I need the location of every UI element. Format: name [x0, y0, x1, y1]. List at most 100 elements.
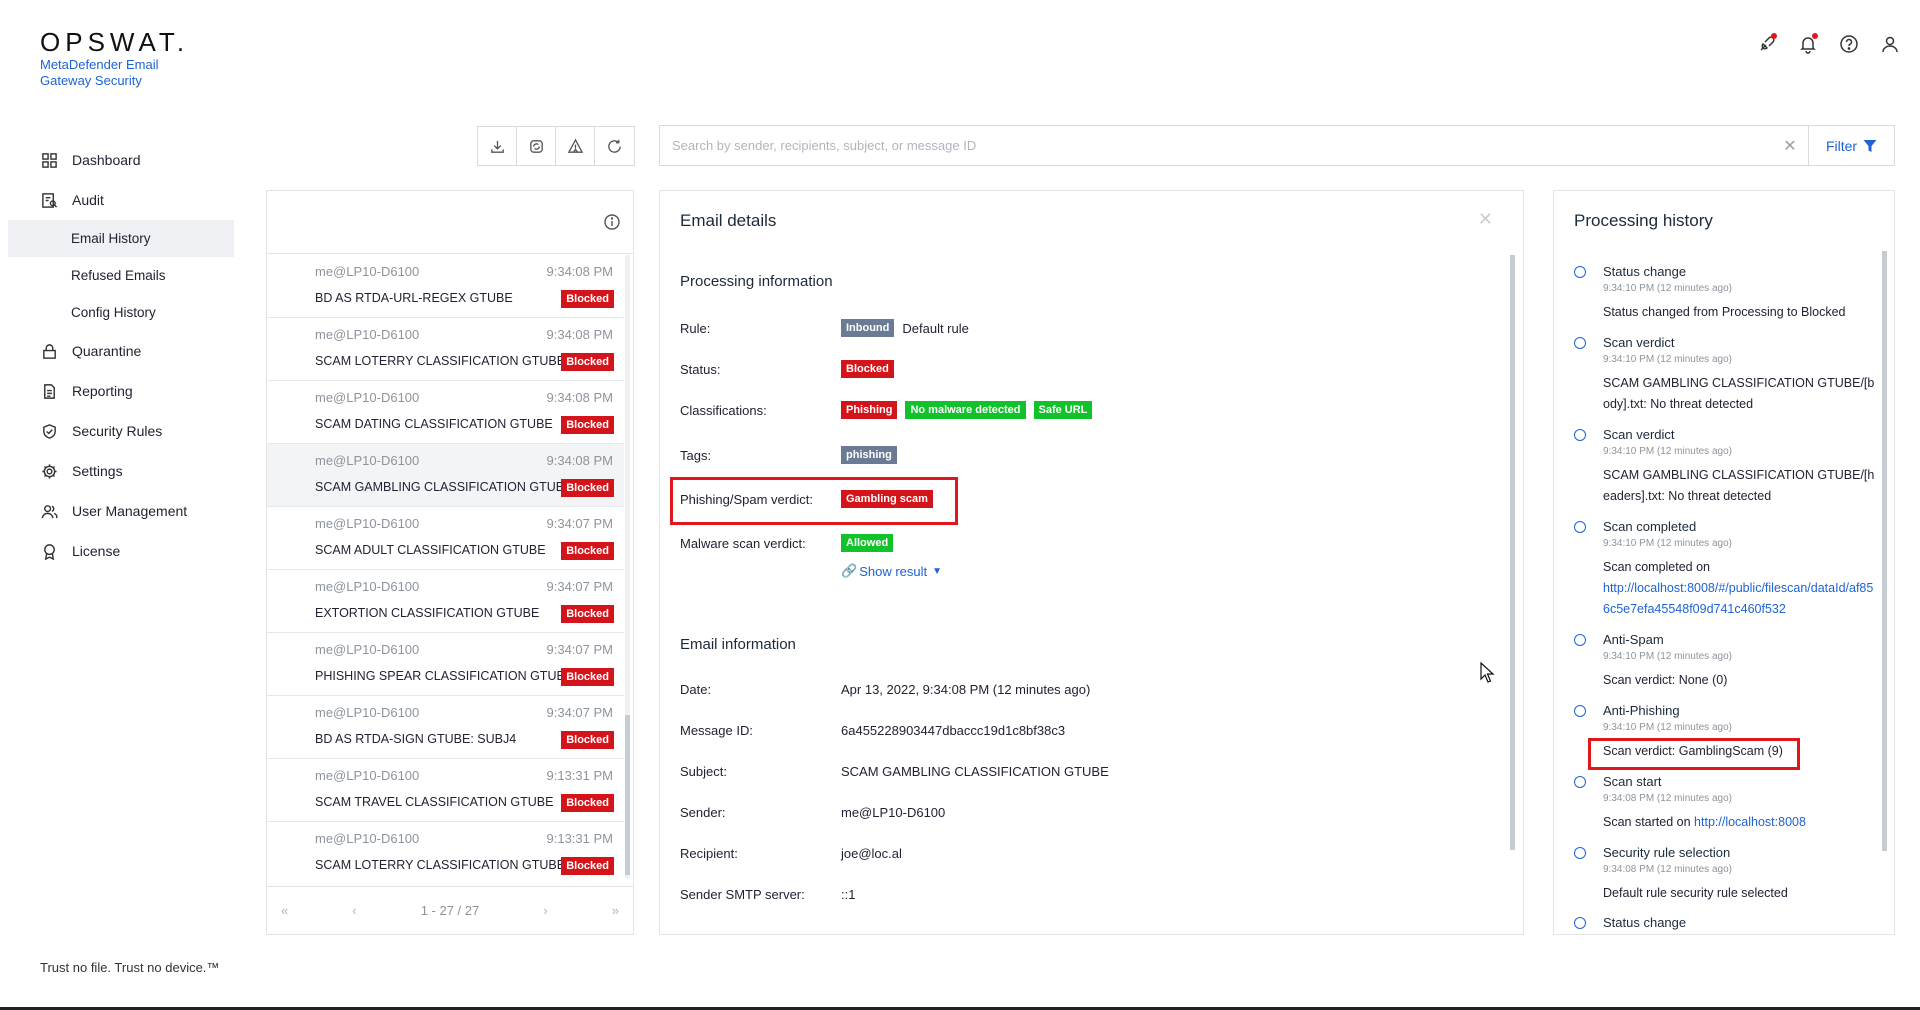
list-item-sender: me@LP10-D6100 — [315, 516, 420, 531]
sidebar-item-user-management[interactable]: User Management — [8, 491, 234, 531]
sidebar-item-refused-emails[interactable]: Refused Emails — [8, 257, 234, 294]
last-page-icon[interactable]: » — [612, 903, 619, 918]
history-item-desc: Status changed from Processing to Blocke… — [1603, 305, 1846, 319]
info-icon[interactable] — [603, 213, 621, 231]
no-malware-badge: No malware detected — [905, 401, 1026, 419]
page-indicator: 1 - 27 / 27 — [420, 903, 480, 918]
audit-icon — [40, 191, 58, 209]
status-badge: Blocked — [561, 605, 614, 623]
list-item[interactable]: me@LP10-D6100 9:13:31 PM SCAM TRAVEL CLASS… — [267, 759, 624, 822]
notification-dot — [1771, 33, 1777, 39]
filter-button[interactable]: Filter — [1808, 125, 1894, 166]
search-input[interactable] — [660, 126, 1772, 165]
warning-icon — [567, 137, 583, 153]
list-item-time: 9:13:31 PM — [546, 831, 614, 846]
status-badge: Blocked — [561, 353, 614, 371]
timeline-dot — [1574, 337, 1586, 349]
list-item-selected[interactable]: me@LP10-D6100 9:34:08 PM SCAM GAMBLING CLA… — [267, 444, 624, 507]
history-scrollbar[interactable] — [1882, 251, 1887, 851]
history-item-title: Scan completed — [1603, 519, 1697, 534]
award-icon — [40, 542, 58, 560]
list-item[interactable]: me@LP10-D6100 9:34:07 PM EXTORTION CLASSIF… — [267, 570, 624, 633]
history-item-desc: Scan verdict: None (0) — [1603, 673, 1728, 687]
list-item[interactable]: me@LP10-D6100 9:34:07 PM SCAM ADULT CLASSI… — [267, 507, 624, 570]
next-page-icon[interactable]: › — [543, 903, 547, 918]
sender-row: Sender: me@LP10-D6100 — [680, 805, 945, 820]
list-item-time: 9:34:08 PM — [546, 327, 614, 342]
subject-label: Subject: — [680, 764, 727, 779]
history-item-time: 9:34:10 PM (12 minutes ago) — [1603, 446, 1732, 457]
details-scrollbar[interactable] — [1510, 255, 1515, 850]
list-item-sender: me@LP10-D6100 — [315, 579, 420, 594]
list-item[interactable]: me@LP10-D6100 9:13:31 PM SCAM LOTERRY CLAS… — [267, 822, 624, 878]
history-item-time: 9:34:10 PM (12 minutes ago) — [1603, 722, 1732, 733]
list-item-sender: me@LP10-D6100 — [315, 705, 420, 720]
export-button[interactable] — [478, 127, 517, 165]
gear-icon — [40, 462, 58, 480]
scrollbar-thumb[interactable] — [625, 715, 630, 875]
tags-row: Tags: phishing — [680, 446, 897, 464]
close-icon[interactable]: ✕ — [1772, 136, 1808, 156]
list-scrollbar[interactable] — [625, 255, 630, 878]
date-value: Apr 13, 2022, 9:34:08 PM (12 minutes ago… — [841, 682, 1091, 697]
sender-label: Sender: — [680, 805, 726, 820]
inbound-badge: Inbound — [841, 319, 895, 337]
scan-server-link[interactable]: http://localhost:8008 — [1694, 815, 1806, 829]
smtp-value: ::1 — [841, 887, 856, 902]
rule-label: Rule: — [680, 320, 711, 336]
prev-page-icon[interactable]: ‹ — [352, 903, 356, 918]
subject-value: SCAM GAMBLING CLASSIFICATION GTUBE — [841, 764, 1109, 779]
email-list-panel: me@LP10-D6100 9:34:08 PM BD AS RTDA-URL-RE… — [266, 190, 634, 935]
bell-icon[interactable] — [1798, 33, 1818, 54]
list-item[interactable]: me@LP10-D6100 9:34:08 PM SCAM DATING CLASS… — [267, 381, 624, 444]
list-item[interactable]: me@LP10-D6100 9:34:07 PM PHISHING SPEAR CL… — [267, 633, 624, 696]
sidebar-item-label: License — [72, 543, 121, 559]
warning-button[interactable] — [556, 127, 595, 165]
scrollbar-thumb[interactable] — [1510, 255, 1515, 850]
timeline-dot — [1574, 705, 1586, 717]
list-item-subject: PHISHING SPEAR CLASSIFICATION GTUBE — [315, 669, 574, 683]
history-item-time: 9:34:08 PM (12 minutes ago) — [1603, 864, 1732, 875]
refresh-button[interactable] — [595, 127, 634, 165]
rescan-button[interactable] — [517, 127, 556, 165]
email-info-heading: Email information — [680, 636, 796, 653]
history-item-title: Security rule selection — [1603, 845, 1731, 860]
sidebar-item-quarantine[interactable]: Quarantine — [8, 331, 234, 371]
help-icon[interactable] — [1839, 34, 1859, 54]
list-item[interactable]: me@LP10-D6100 9:34:08 PM BD AS RTDA-URL-RE… — [267, 255, 624, 318]
users-icon — [40, 502, 58, 520]
safe-url-badge: Safe URL — [1033, 401, 1093, 419]
timeline-dot — [1574, 266, 1586, 278]
sidebar-nav: Dashboard Audit Email History Refused Em… — [8, 140, 234, 571]
message-id-label: Message ID: — [680, 723, 753, 738]
classifications-label: Classifications: — [680, 402, 767, 418]
processing-history-panel: Processing history Status change 9:34:10 … — [1553, 190, 1895, 935]
sidebar-item-config-history[interactable]: Config History — [8, 294, 234, 331]
list-item[interactable]: me@LP10-D6100 9:34:07 PM BD AS RTDA-SIGN G… — [267, 696, 624, 759]
integration-icon[interactable] — [1757, 33, 1777, 54]
scan-result-link[interactable]: http://localhost:8008/#/public/filescan/… — [1603, 581, 1873, 616]
show-result-link[interactable]: 🔗 Show result ▼ — [841, 563, 942, 579]
close-icon[interactable]: ✕ — [1478, 209, 1493, 230]
phishing-badge: Phishing — [841, 401, 898, 419]
sidebar-item-audit[interactable]: Audit — [8, 180, 234, 220]
sidebar-item-settings[interactable]: Settings — [8, 451, 234, 491]
sidebar-item-security-rules[interactable]: Security Rules — [8, 411, 234, 451]
recipient-value: joe@loc.al — [841, 846, 902, 861]
list-item-subject: SCAM LOTERRY CLASSIFICATION GTUBE — [315, 354, 566, 368]
user-icon[interactable] — [1880, 34, 1900, 54]
sidebar-item-label: Quarantine — [72, 343, 142, 359]
sidebar-item-license[interactable]: License — [8, 531, 234, 571]
show-result-label: Show result — [859, 563, 928, 579]
scrollbar-thumb[interactable] — [1882, 251, 1887, 851]
history-item-desc: Scan completed on — [1603, 560, 1711, 574]
first-page-icon[interactable]: « — [281, 903, 288, 918]
list-item-subject: BD AS RTDA-URL-REGEX GTUBE — [315, 291, 513, 305]
processing-info-heading: Processing information — [680, 273, 833, 290]
grid-icon — [40, 151, 58, 169]
list-item[interactable]: me@LP10-D6100 9:34:08 PM SCAM LOTERRY CLAS… — [267, 318, 624, 381]
sidebar-item-dashboard[interactable]: Dashboard — [8, 140, 234, 180]
sidebar-item-reporting[interactable]: Reporting — [8, 371, 234, 411]
sidebar-item-email-history[interactable]: Email History — [8, 220, 234, 257]
history-item-desc: Default rule security rule selected — [1603, 886, 1788, 900]
